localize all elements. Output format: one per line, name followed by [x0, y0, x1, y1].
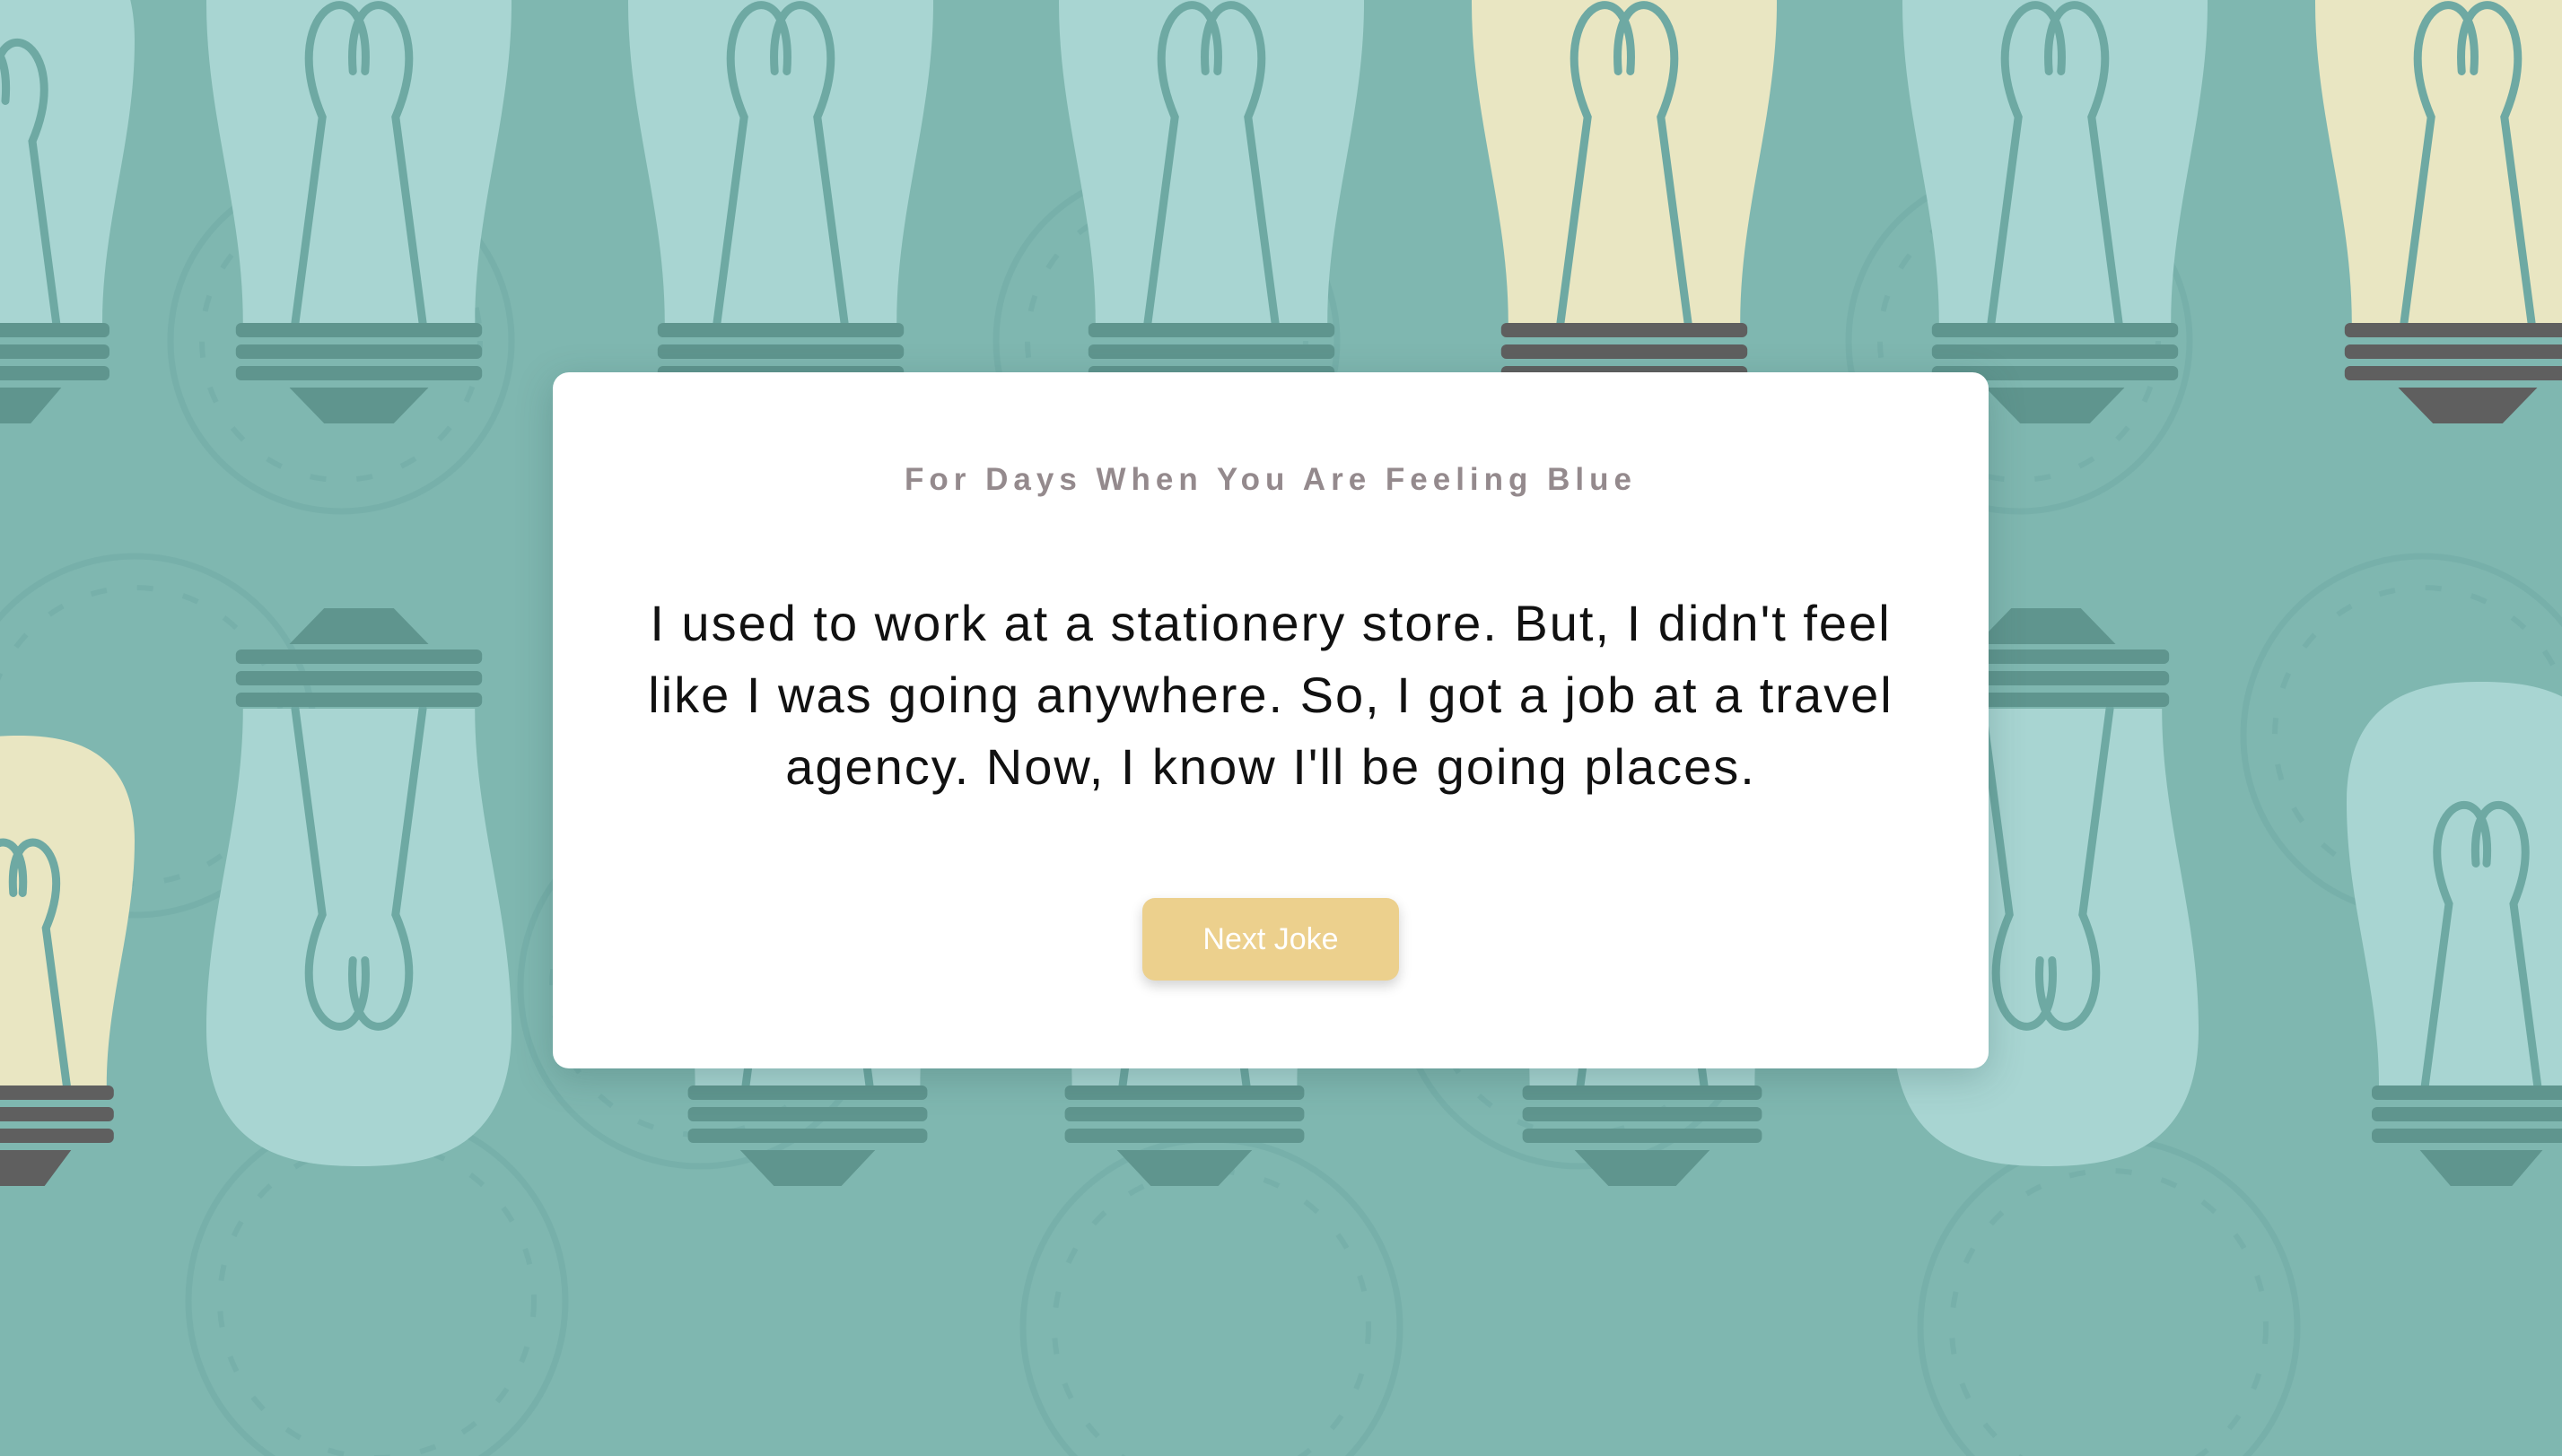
joke-text: I used to work at a stationery store. Bu…	[648, 595, 1893, 795]
lightbulb-icon	[206, 608, 512, 1166]
lightbulb-icon	[0, 0, 135, 423]
lightbulb-icon	[1059, 0, 1364, 423]
next-joke-button[interactable]: Next Joke	[1142, 898, 1399, 981]
lightbulb-icon	[628, 0, 933, 423]
lightbulb-icon	[1902, 0, 2208, 423]
lightbulb-icon	[0, 736, 135, 1186]
lightbulb-icon	[1472, 0, 1777, 423]
joke-card: For Days When You Are Feeling Blue I use…	[553, 372, 1989, 1068]
lightbulb-icon	[206, 0, 512, 423]
lightbulb-icon	[2347, 682, 2562, 1186]
card-subtitle: For Days When You Are Feeling Blue	[905, 462, 1637, 497]
lightbulb-icon	[2315, 0, 2562, 423]
